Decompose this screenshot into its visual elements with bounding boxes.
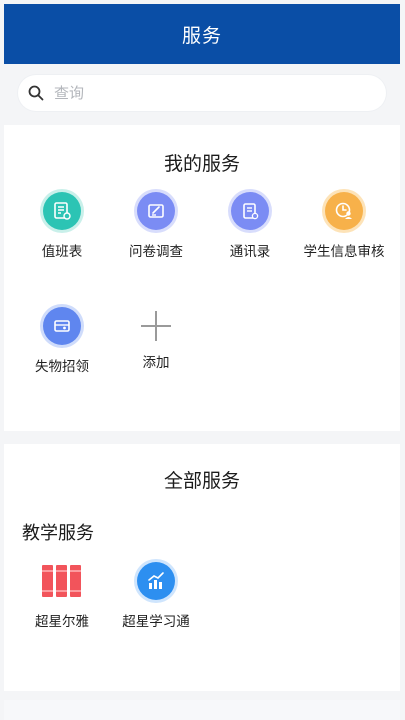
add-service-button[interactable]: 添加	[106, 307, 206, 371]
search-bar[interactable]	[18, 75, 386, 111]
top-bar: 服务	[4, 4, 400, 64]
student-review-icon	[325, 192, 363, 230]
questionnaire-icon	[137, 192, 175, 230]
service-duty-schedule[interactable]: 值班表	[12, 192, 112, 260]
search-icon	[28, 85, 44, 101]
service-student-review[interactable]: 学生信息审核	[294, 192, 394, 260]
all-services-card: 全部服务 教学服务 超星尔雅 超星学习通	[4, 444, 400, 691]
my-services-card: 我的服务 值班表 问卷调查 通讯录 学生信息审核 失物招领 添加	[4, 125, 400, 431]
my-services-title: 我的服务	[163, 153, 240, 175]
service-label: 通讯录	[229, 244, 271, 260]
service-label: 学生信息审核	[303, 244, 385, 260]
service-questionnaire[interactable]: 问卷调查	[106, 192, 206, 260]
page-title: 服务	[181, 24, 222, 47]
service-label: 失物招领	[35, 359, 89, 375]
service-contacts[interactable]: 通讯录	[200, 192, 300, 260]
all-services-title: 全部服务	[163, 470, 240, 492]
service-lost-and-found[interactable]: 失物招领	[12, 307, 112, 375]
add-service-label: 添加	[142, 355, 170, 371]
plus-icon	[137, 307, 175, 345]
service-chaoxing-erya[interactable]: 超星尔雅	[12, 562, 112, 630]
service-label: 超星尔雅	[35, 614, 89, 630]
contacts-icon	[231, 192, 269, 230]
service-label: 值班表	[41, 244, 83, 260]
lost-and-found-icon	[43, 307, 81, 345]
service-label: 问卷调查	[129, 244, 183, 260]
service-label: 超星学习通	[122, 614, 190, 630]
bottom-spacer	[4, 700, 400, 720]
search-input[interactable]	[52, 83, 356, 103]
teaching-services-title: 教学服务	[22, 523, 94, 544]
chart-icon	[137, 562, 175, 600]
service-chaoxing-xuexitong[interactable]: 超星学习通	[106, 562, 206, 630]
duty-schedule-icon	[43, 192, 81, 230]
books-icon	[41, 562, 83, 600]
